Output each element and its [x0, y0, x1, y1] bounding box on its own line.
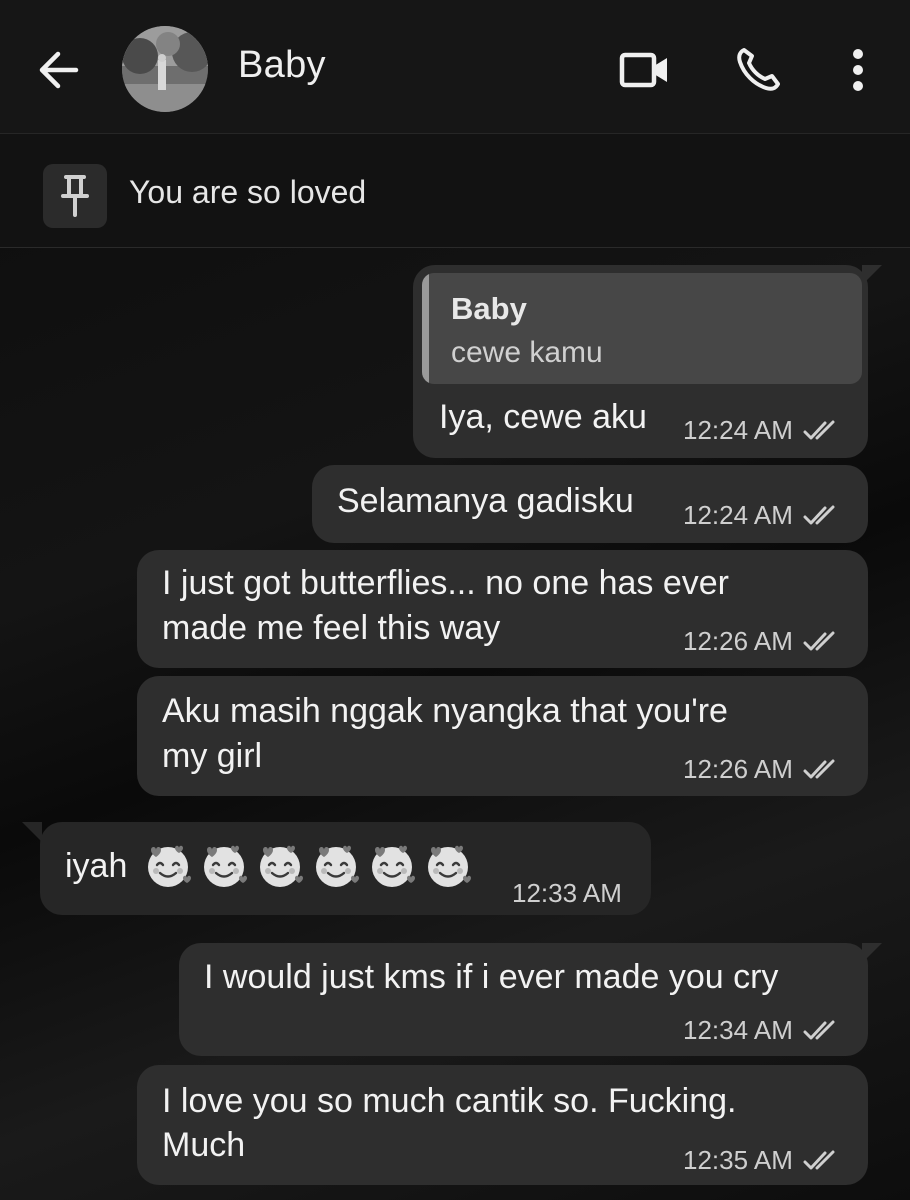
message-meta: 12:24 AM: [683, 415, 839, 446]
message-text: I would just kms if i ever made you cry: [204, 958, 779, 996]
video-call-icon[interactable]: [615, 40, 675, 100]
message-text: I just got butterflies... no one has eve…: [162, 564, 729, 602]
quote-sender: Baby: [451, 291, 527, 326]
message-bubble-outgoing[interactable]: I would just kms if i ever made you cry …: [179, 943, 868, 1056]
smiling-face-with-hearts-emoji: [260, 845, 303, 887]
pin-icon: [43, 164, 107, 228]
phone-icon[interactable]: [728, 40, 788, 100]
chat-screen: Baby You are so loved Baby cewe kamu Iya…: [0, 0, 910, 1200]
message-text: Aku masih nggak nyangka that you're: [162, 692, 728, 730]
read-receipt-icon: [803, 505, 835, 524]
message-text: Iya, cewe aku: [439, 398, 647, 436]
message-bubble-outgoing[interactable]: I love you so much cantik so. Fucking. M…: [137, 1065, 868, 1185]
message-bubble-outgoing[interactable]: Aku masih nggak nyangka that you're my g…: [137, 676, 868, 796]
smiling-face-with-hearts-emoji: [148, 845, 191, 887]
smiling-face-with-hearts-emoji: [204, 845, 247, 887]
chat-header: Baby: [0, 0, 910, 134]
message-bubble-outgoing[interactable]: I just got butterflies... no one has eve…: [137, 550, 868, 668]
message-text: I love you so much cantik so. Fucking.: [162, 1082, 737, 1120]
read-receipt-icon: [803, 420, 835, 439]
bubble-tail: [862, 265, 882, 285]
message-bubble-incoming[interactable]: iyah 12:33 AM: [40, 822, 651, 915]
message-text: Selamanya gadisku: [337, 482, 634, 520]
read-receipt-icon: [803, 631, 835, 650]
message-time: 12:26 AM: [683, 626, 793, 656]
message-time: 12:24 AM: [683, 500, 793, 530]
quote-text: cewe kamu: [451, 336, 603, 369]
read-receipt-icon: [803, 759, 835, 778]
message-meta: 12:24 AM: [683, 500, 839, 531]
read-receipt-icon: [803, 1150, 835, 1169]
bubble-tail: [862, 943, 882, 963]
message-time: 12:35 AM: [683, 1145, 793, 1175]
pinned-message-bar[interactable]: You are so loved: [0, 134, 910, 248]
message-meta: 12:33 AM: [512, 878, 622, 909]
message-text: iyah: [65, 847, 128, 885]
message-meta: 12:34 AM: [683, 1015, 839, 1046]
contact-name[interactable]: Baby: [238, 44, 326, 87]
message-meta: 12:35 AM: [683, 1145, 839, 1176]
back-arrow-icon[interactable]: [30, 42, 86, 98]
message-time: 12:34 AM: [683, 1015, 793, 1045]
smiling-face-with-hearts-emoji: [428, 845, 471, 887]
message-time: 12:26 AM: [683, 754, 793, 784]
smiling-face-with-hearts-emoji: [372, 845, 415, 887]
message-bubble-outgoing[interactable]: Selamanya gadisku 12:24 AM: [312, 465, 868, 543]
quote-accent-bar: [422, 273, 429, 384]
read-receipt-icon: [803, 1020, 835, 1039]
message-text: made me feel this way: [162, 609, 501, 647]
message-meta: 12:26 AM: [683, 754, 839, 785]
pinned-message-text: You are so loved: [129, 174, 367, 210]
message-text: Much: [162, 1126, 246, 1164]
message-time: 12:33 AM: [512, 878, 622, 908]
reply-quote[interactable]: Baby cewe kamu: [422, 273, 862, 384]
message-bubble-outgoing[interactable]: Baby cewe kamu Iya, cewe aku 12:24 AM: [413, 265, 868, 458]
smiling-face-with-hearts-emoji: [316, 845, 359, 887]
more-vertical-icon[interactable]: [828, 40, 888, 100]
message-text: my girl: [162, 737, 263, 775]
avatar[interactable]: [122, 26, 208, 112]
message-time: 12:24 AM: [683, 415, 793, 445]
message-meta: 12:26 AM: [683, 626, 839, 657]
bubble-tail: [22, 822, 42, 842]
emoji-row: [143, 840, 473, 890]
